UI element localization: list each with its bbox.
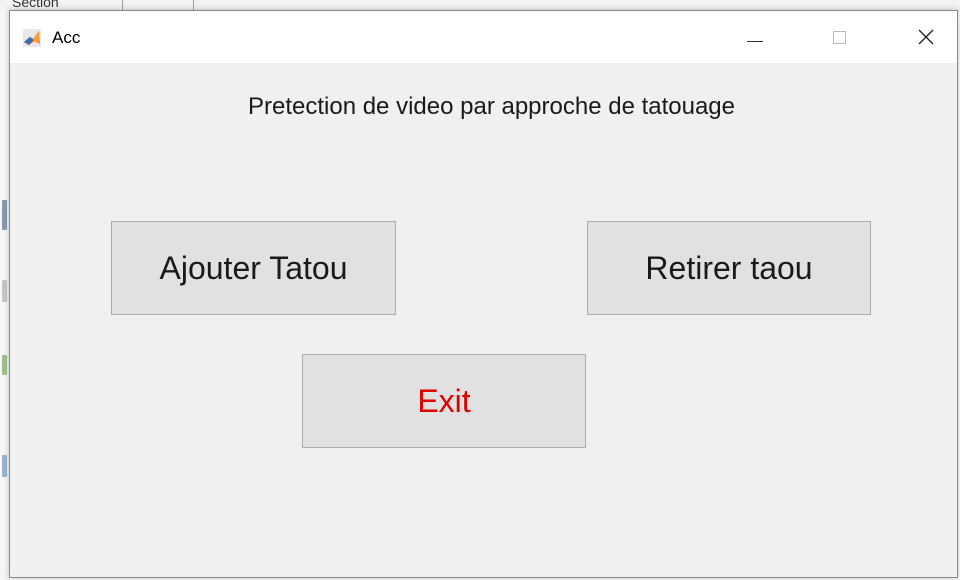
app-window: Acc Pretection de video par approche de … bbox=[9, 10, 958, 578]
close-button[interactable] bbox=[903, 11, 949, 63]
page-title: Pretection de video par approche de tato… bbox=[247, 93, 736, 120]
title-bar[interactable]: Acc bbox=[10, 11, 957, 63]
window-title: Acc bbox=[52, 28, 81, 47]
background-edge-mark bbox=[2, 200, 7, 230]
maximize-icon bbox=[832, 30, 846, 44]
matlab-icon bbox=[23, 29, 41, 47]
exit-button[interactable]: Exit bbox=[302, 354, 586, 448]
ajouter-tatou-button[interactable]: Ajouter Tatou bbox=[111, 221, 396, 315]
retirer-taou-button[interactable]: Retirer taou bbox=[587, 221, 871, 315]
background-window-toolbar bbox=[122, 0, 194, 10]
close-icon bbox=[918, 29, 934, 45]
background-edge-mark bbox=[2, 280, 7, 302]
background-window-edge bbox=[0, 10, 9, 580]
background-edge-mark bbox=[2, 455, 7, 477]
maximize-button[interactable] bbox=[816, 11, 862, 63]
background-window-text: Section bbox=[12, 0, 59, 10]
minimize-button[interactable] bbox=[732, 11, 778, 63]
background-edge-mark bbox=[2, 355, 7, 375]
minimize-icon bbox=[747, 40, 763, 42]
